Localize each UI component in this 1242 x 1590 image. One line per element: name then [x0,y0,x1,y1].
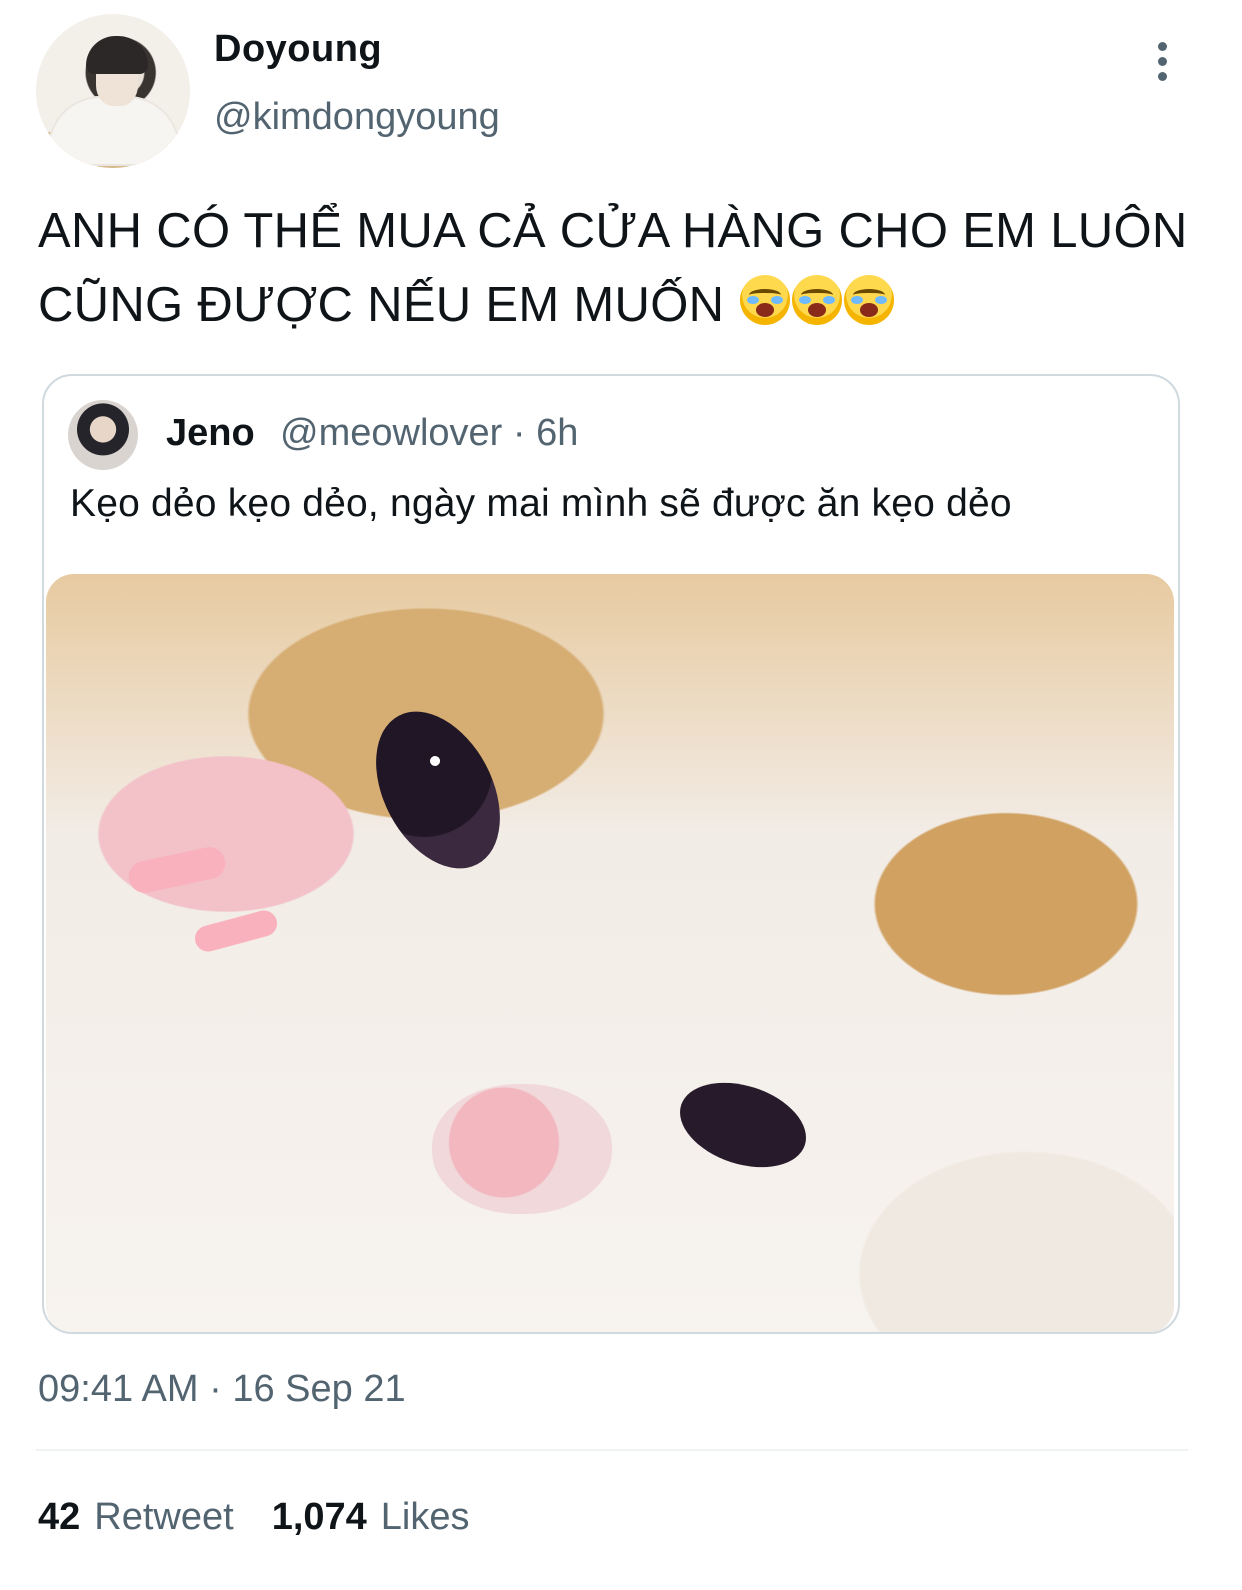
quoted-tweet[interactable]: Jeno @meowlover · 6h Kẹo dẻo kẹo dẻo, ng… [42,374,1180,1334]
cat-eye [669,1067,817,1183]
tweet-text-content: ANH CÓ THỂ MUA CẢ CỬA HÀNG CHO EM LUÔN C… [38,204,1188,332]
author-handle[interactable]: @kimdongyoung [214,96,500,139]
loudly-crying-face-emoji-icon [792,275,843,325]
tweet-timestamp[interactable]: 09:41 AM · 16 Sep 21 [38,1368,406,1411]
loudly-crying-face-emoji-icon [740,275,791,325]
quoted-author-name[interactable]: Jeno [166,412,255,455]
tweet-text: ANH CÓ THỂ MUA CẢ CỬA HÀNG CHO EM LUÔN C… [38,194,1198,342]
retweet-label: Retweet [94,1496,234,1538]
author-avatar[interactable] [36,14,190,168]
avatar-hair [86,36,148,74]
divider [36,1449,1188,1451]
author-name[interactable]: Doyoung [214,28,382,71]
loudly-crying-face-emoji-icon [844,275,895,325]
like-count[interactable]: 1,074 Likes [272,1496,470,1539]
quoted-author-meta: @meowlover · 6h [280,412,579,454]
cheek-blush-line [192,907,280,955]
quoted-author-avatar[interactable] [68,400,138,470]
like-label: Likes [380,1496,470,1538]
retweet-number: 42 [38,1496,81,1538]
cat-photo[interactable] [46,574,1174,1332]
retweet-count[interactable]: 42 Retweet [38,1496,234,1539]
avatar-shoulder [48,96,180,166]
cat-eye [350,690,526,890]
cheek-blush-line [125,844,229,896]
cat-nose [432,1084,612,1214]
quoted-tweet-text: Kẹo dẻo kẹo dẻo, ngày mai mình sẽ được ă… [70,482,1012,525]
like-number: 1,074 [271,1496,367,1538]
tweet-stats: 42 Retweet 1,074 Likes [38,1496,470,1539]
more-options-icon[interactable] [1150,42,1174,86]
